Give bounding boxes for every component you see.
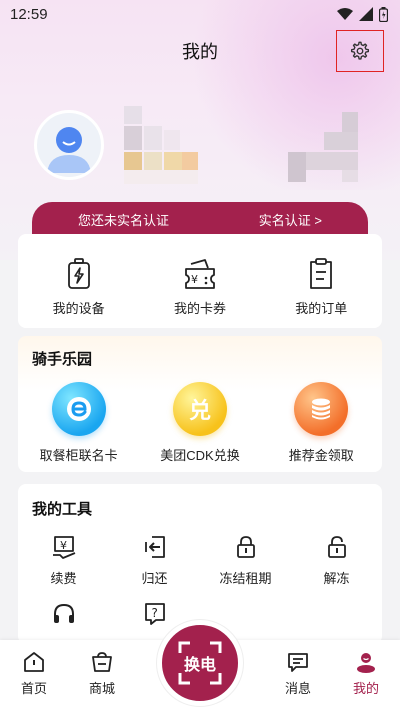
signal-icon <box>359 7 373 21</box>
renew-icon: ¥ <box>52 536 75 559</box>
return-icon <box>144 536 165 558</box>
tab-messages-label: 消息 <box>284 681 311 696</box>
tab-home[interactable]: 首页 <box>4 650 64 697</box>
rider-park-title: 骑手乐园 <box>32 351 93 368</box>
swap-battery-button[interactable]: 换电 <box>157 620 243 706</box>
status-time: 12:59 <box>10 5 48 23</box>
user-avatar-icon <box>47 127 91 173</box>
freeze-rental-label: 冻结租期 <box>219 571 272 586</box>
my-coupons-button[interactable]: ¥ 我的卡券 <box>145 258 255 328</box>
renew-label: 续费 <box>50 571 77 586</box>
e-logo-icon <box>51 382 106 436</box>
battery-status-icon <box>379 6 388 22</box>
return-button[interactable]: 归还 <box>109 534 200 587</box>
tab-shop-label: 商城 <box>88 681 115 696</box>
customer-service-button[interactable] <box>18 601 109 627</box>
freeze-rental-button[interactable]: 冻结租期 <box>200 534 291 587</box>
my-tools-title: 我的工具 <box>32 501 93 518</box>
coupon-icon: ¥ <box>185 259 215 289</box>
headset-icon <box>53 603 74 623</box>
meituan-cdk-label: 美团CDK兑换 <box>160 448 240 463</box>
coin-stack-icon <box>294 382 349 436</box>
status-bar: 12:59 <box>0 0 400 28</box>
my-devices-button[interactable]: 我的设备 <box>24 258 134 328</box>
avatar[interactable] <box>34 110 104 180</box>
redeem-icon: 兑 <box>172 382 227 436</box>
tab-home-label: 首页 <box>20 681 47 696</box>
settings-button[interactable] <box>336 30 384 72</box>
meituan-cdk-button[interactable]: 兑 美团CDK兑换 <box>140 382 260 464</box>
rider-park-card: 骑手乐园 取餐柜联名卡 兑 美团CDK兑换 推荐金领取 <box>18 336 382 472</box>
referral-bonus-label: 推荐金领取 <box>288 448 354 463</box>
svg-text:¥: ¥ <box>191 273 198 286</box>
swap-battery-label: 换电 <box>183 657 216 674</box>
pickup-cabinet-card-label: 取餐柜联名卡 <box>39 448 118 463</box>
tab-mine[interactable]: 我的 <box>336 650 396 697</box>
realname-notice: 您还未实名认证 <box>78 212 170 228</box>
realname-banner[interactable]: 您还未实名认证 实名认证 > <box>32 202 368 236</box>
freeze-lock-icon <box>236 536 255 558</box>
battery-icon <box>67 258 90 289</box>
shop-icon <box>92 652 112 672</box>
pickup-cabinet-card-button[interactable]: 取餐柜联名卡 <box>19 382 139 464</box>
home-icon <box>24 652 44 672</box>
profile-icon <box>357 653 375 673</box>
unfreeze-label: 解冻 <box>323 571 350 586</box>
return-label: 归还 <box>141 571 168 586</box>
help-icon: ? <box>144 603 165 625</box>
unfreeze-button[interactable]: 解冻 <box>291 534 382 587</box>
realname-action[interactable]: 实名认证 > <box>259 210 322 229</box>
my-devices-label: 我的设备 <box>52 301 105 316</box>
unfreeze-lock-icon <box>327 536 346 558</box>
tab-messages[interactable]: 消息 <box>268 650 328 697</box>
svg-text:¥: ¥ <box>60 539 67 552</box>
redeem-glyph: 兑 <box>188 398 211 423</box>
tab-shop[interactable]: 商城 <box>72 650 132 697</box>
my-coupons-label: 我的卡券 <box>173 301 226 316</box>
my-orders-label: 我的订单 <box>295 301 348 316</box>
tab-mine-label: 我的 <box>352 681 379 696</box>
svg-text:?: ? <box>151 606 157 620</box>
quick-actions-card: 我的设备 ¥ 我的卡券 我的订单 <box>18 234 382 328</box>
my-orders-button[interactable]: 我的订单 <box>266 258 376 328</box>
gear-icon <box>350 41 370 60</box>
order-icon <box>310 258 333 289</box>
renew-button[interactable]: ¥ 续费 <box>18 534 109 587</box>
referral-bonus-button[interactable]: 推荐金领取 <box>261 382 381 464</box>
message-icon <box>288 653 308 672</box>
wifi-icon <box>337 7 353 20</box>
status-icons <box>337 6 388 22</box>
